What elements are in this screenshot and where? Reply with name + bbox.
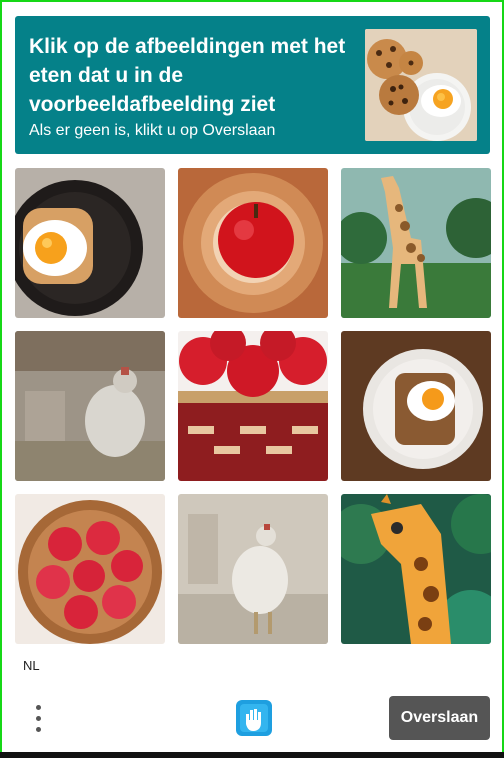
- grid-tile-4[interactable]: [15, 331, 165, 481]
- image-grid: [15, 168, 491, 644]
- grid-tile-2[interactable]: [178, 168, 328, 318]
- captcha-frame: Klik op de afbeeldingen met het eten dat…: [0, 0, 504, 758]
- grid-tile-8[interactable]: [178, 494, 328, 644]
- example-image: [365, 29, 477, 141]
- grid-tile-5[interactable]: [178, 331, 328, 481]
- bottom-edge: [0, 752, 504, 758]
- language-selector[interactable]: NL: [23, 658, 40, 673]
- grid-tile-9[interactable]: [341, 494, 491, 644]
- grid-tile-1[interactable]: [15, 168, 165, 318]
- challenge-subtitle: Als er geen is, klikt u op Overslaan: [29, 122, 276, 139]
- skip-button[interactable]: Overslaan: [389, 696, 490, 740]
- more-vertical-icon[interactable]: [27, 700, 49, 736]
- grid-tile-3[interactable]: [341, 168, 491, 318]
- hand-logo-icon: [232, 698, 276, 738]
- grid-tile-6[interactable]: [341, 331, 491, 481]
- grid-tile-7[interactable]: [15, 494, 165, 644]
- challenge-header: Klik op de afbeeldingen met het eten dat…: [15, 16, 490, 154]
- challenge-title: Klik op de afbeeldingen met het eten dat…: [29, 35, 346, 116]
